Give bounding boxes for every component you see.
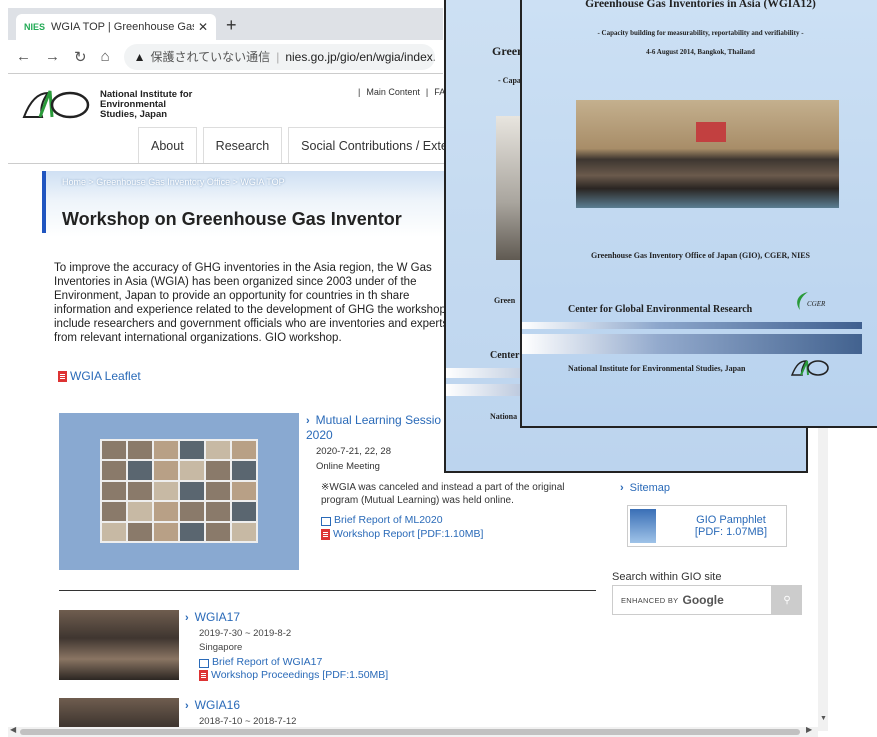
chevron-right-icon: › [185,700,189,712]
reload-icon[interactable]: ↻ [74,48,87,66]
scroll-right-icon[interactable]: ▶ [806,725,812,734]
window-icon [321,516,331,526]
cover-band-2 [522,334,862,354]
wgia16-title[interactable]: › WGIA16 [185,698,595,712]
gio-pamphlet-link[interactable]: GIO Pamphlet [PDF: 1.07MB] [627,505,787,547]
intro-paragraph: To improve the accuracy of GHG inventori… [54,262,452,344]
ml2020-brief-report-link[interactable]: Brief Report of ML2020 [321,513,483,527]
wgia17-photo[interactable] [59,610,179,680]
url-input[interactable]: ▲ 保護されていない通信 | nies.go.jp/gio/en/wgia/in… [123,43,435,70]
wgia16-date: 2018-7-10 ~ 2018-7-12 [199,716,297,727]
chevron-right-icon: › [185,612,189,624]
address-bar: ← → ↻ ⌂ ▲ 保護されていない通信 | nies.go.jp/gio/en… [8,40,443,74]
security-status: 保護されていない通信 [150,50,271,64]
browser-tab[interactable]: NIES WGIA TOP | Greenhouse Gas Inv ✕ [16,14,216,40]
nav-about[interactable]: About [138,127,197,163]
cover-gio: Greenhouse Gas Inventory Office of Japan… [591,251,810,260]
pdf-icon [321,528,330,540]
pamphlet-thumbnail [630,509,656,543]
chevron-right-icon: › [306,415,310,427]
ml2020-title[interactable]: › Mutual Learning Sessio 2020 [306,413,446,442]
report-cover-front: Greenhouse Gas Inventories in Asia (WGIA… [520,0,877,428]
ml2020-date: 2020-7-21, 22, 28 [316,446,392,457]
cover-group-photo [576,100,839,208]
scroll-left-icon[interactable]: ◀ [10,725,16,734]
pdf-icon [58,370,67,382]
wgia17-brief-report-link[interactable]: Brief Report of WGIA17 [199,656,595,669]
hero-accent-bar [42,171,46,233]
close-tab-icon[interactable]: ✕ [198,20,208,34]
cover-subtitle: - Capacity building for measurability, r… [597,29,804,37]
main-nav: About Research Social Contributions / Ex… [138,127,485,163]
cover-nat: National Institute for Environmental Stu… [568,364,746,373]
ml2020-links: Brief Report of ML2020 Workshop Report [… [321,513,483,541]
wgia17-place: Singapore [199,642,243,653]
forward-arrow-icon[interactable]: → [45,48,60,65]
horizontal-scrollbar[interactable]: ◀ ▶ [8,725,818,737]
cover-photo-banner [696,122,726,142]
cover-back-cgr: Center [490,350,520,361]
page-title: Workshop on Greenhouse Gas Inventor [62,209,402,229]
cover-band [522,322,862,329]
wgia17-proceedings-link[interactable]: Workshop Proceedings [PDF:1.50MB] [199,669,595,682]
online-meeting-collage [100,439,258,543]
cger-logo: CGER [797,292,826,310]
utility-links: | Main Content | FA [358,87,446,97]
nies-logo-small [790,360,829,376]
wgia17-date: 2019-7-30 ~ 2019-8-2 [199,628,292,639]
nies-favicon-icon: NIES [24,22,46,32]
wgia17-title[interactable]: › WGIA17 [185,610,595,624]
ml2020-entry: › Mutual Learning Sessio 2020 2020-7-21, … [306,413,446,472]
ml2020-note: ※WGIA was canceled and instead a part of… [321,482,565,506]
tab-title: WGIA TOP | Greenhouse Gas Inv [51,21,194,33]
svg-text:CGER: CGER [807,300,826,308]
scrollbar-thumb[interactable] [20,729,800,735]
search-input[interactable]: ENHANCED BY Google [612,585,772,615]
chevron-right-icon: › [620,482,624,494]
search-enhanced-label: ENHANCED BY [621,595,679,605]
cover-back-subtitle: - Capa [498,76,521,85]
nav-research[interactable]: Research [202,127,283,163]
back-arrow-icon[interactable]: ← [16,48,31,65]
wgia-leaflet-link[interactable]: WGIA Leaflet [58,369,141,383]
url-text: nies.go.jp/gio/en/wgia/index.html [285,49,435,64]
ml2020-photo[interactable] [59,413,299,570]
cover-back-gio: Green [494,296,516,305]
url-separator: | [276,49,280,64]
scroll-down-icon[interactable]: ▼ [820,715,827,722]
main-content-link[interactable]: Main Content [366,87,420,97]
breadcrumb[interactable]: Home > Greenhouse Gas Inventory Office >… [62,177,285,187]
window-icon [199,659,209,668]
cover-date: 4-6 August 2014, Bangkok, Thailand [646,48,755,56]
pamphlet-size: [PDF: 1.07MB] [694,526,768,538]
wgia-leaflet-label: WGIA Leaflet [70,369,141,383]
google-wordmark: Google [682,593,724,607]
sitemap-link[interactable]: › Sitemap [620,482,670,494]
cover-title: Greenhouse Gas Inventories in Asia (WGIA… [585,0,816,10]
logo-text: National Institute for Environmental Stu… [100,89,193,120]
warning-icon: ▲ [133,49,146,64]
section-divider [59,590,596,591]
pamphlet-label: GIO Pamphlet [696,514,766,526]
search-label: Search within GIO site [612,571,722,583]
nies-logo-mark-icon [22,90,90,119]
new-tab-icon[interactable]: + [226,15,237,36]
home-icon[interactable]: ⌂ [101,48,110,65]
browser-tabbar: NIES WGIA TOP | Greenhouse Gas Inv ✕ + [8,8,443,40]
cover-back-nat: Nationa [490,412,518,421]
ml2020-place: Online Meeting [316,461,380,472]
cover-back-title: Green [492,44,524,58]
search-button[interactable]: ⚲ [772,585,802,615]
pdf-icon [199,670,208,681]
cover-cgr: Center for Global Environmental Research [568,304,753,315]
search-icon: ⚲ [783,594,791,606]
ml2020-workshop-report-link[interactable]: Workshop Report [PDF:1.10MB] [321,527,483,541]
